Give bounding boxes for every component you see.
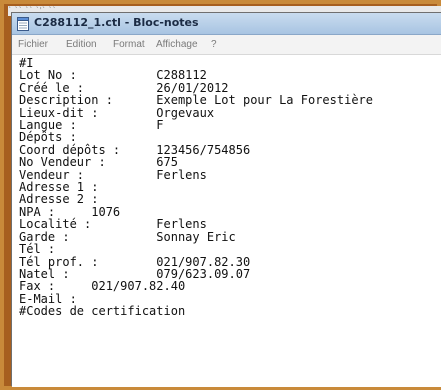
menu-item-help[interactable]: ? [211, 39, 217, 50]
menu-item-edition[interactable]: Edition [66, 39, 97, 50]
window-title: C288112_1.ctl - Bloc-notes [34, 16, 199, 29]
text-editor[interactable]: #I Lot No : C288112 Créé le : 26/01/2012… [12, 55, 441, 387]
notepad-icon [17, 17, 29, 31]
menu-bar: Fichier Edition Format Affichage ? [12, 35, 441, 55]
document-text[interactable]: #I Lot No : C288112 Créé le : 26/01/2012… [19, 57, 373, 318]
menu-item-affichage[interactable]: Affichage [156, 39, 198, 50]
title-bar[interactable]: C288112_1.ctl - Bloc-notes [12, 13, 441, 35]
notepad-window: C288112_1.ctl - Bloc-notes Fichier Editi… [11, 12, 441, 387]
menu-item-fichier[interactable]: Fichier [18, 39, 48, 50]
menu-item-format[interactable]: Format [113, 39, 145, 50]
